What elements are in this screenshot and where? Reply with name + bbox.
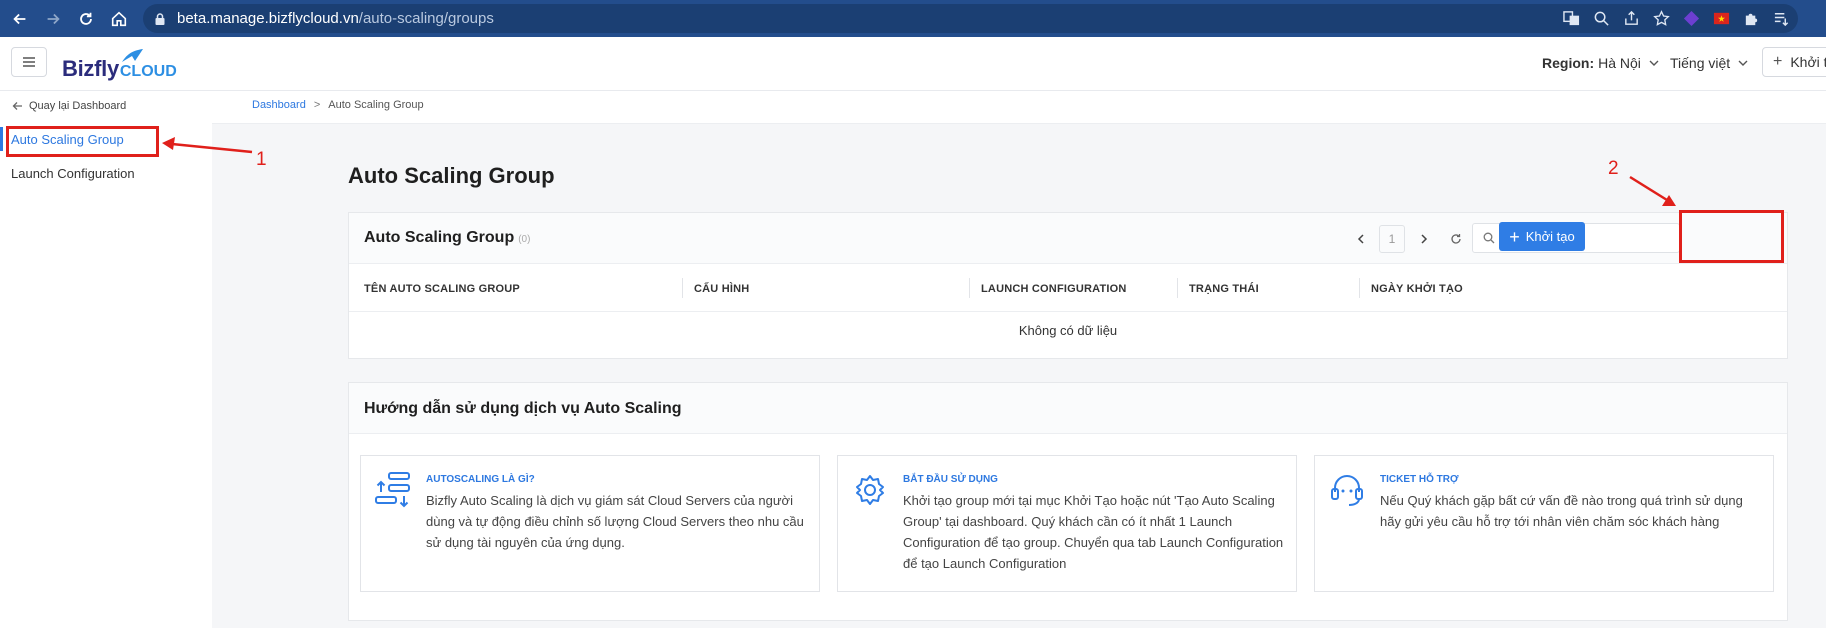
lock-icon: [155, 12, 165, 25]
guide-card: Hướng dẫn sử dụng dịch vụ Auto Scaling A…: [348, 382, 1788, 621]
breadcrumb: Dashboard > Auto Scaling Group: [252, 99, 424, 111]
annotation-box-2: [1679, 210, 1784, 263]
plus-icon: +: [1773, 53, 1783, 70]
header-create-button[interactable]: + Khởi tạ: [1762, 47, 1826, 77]
puzzle-icon[interactable]: [1742, 10, 1760, 28]
hamburger-icon: [23, 57, 35, 67]
app-header: Bizfly CLOUD Region: Hà Nội Tiếng việt + K…: [0, 37, 1826, 91]
guide-item-text: Nếu Quý khách gặp bất cứ vấn đề nào tron…: [1380, 493, 1743, 529]
address-bar[interactable]: beta.manage.bizflycloud.vn/auto-scaling/…: [143, 4, 1798, 33]
sidebar: Quay lại Dashboard Auto Scaling Group La…: [0, 91, 212, 628]
sidebar-item-launch-configuration[interactable]: Launch Configuration: [11, 166, 135, 181]
zoom-icon[interactable]: [1592, 10, 1610, 28]
vn-flag-icon[interactable]: [1712, 10, 1730, 28]
page: beta.manage.bizflycloud.vn/auto-scaling/…: [0, 0, 1826, 628]
guide-item-title: TICKET HỖ TRỢ: [1380, 474, 1459, 485]
column-divider: [1359, 278, 1360, 298]
breadcrumb-separator: >: [313, 99, 321, 111]
gear-icon: [856, 475, 884, 505]
page-number[interactable]: 1: [1379, 225, 1405, 253]
column-header-created-date[interactable]: NGÀY KHỞI TẠO: [1371, 283, 1463, 295]
main-content: Dashboard > Auto Scaling Group Auto Scal…: [212, 91, 1826, 628]
home-icon[interactable]: [106, 6, 132, 32]
pagination: 1: [1349, 224, 1467, 254]
reading-list-icon[interactable]: [1772, 10, 1790, 28]
reload-icon[interactable]: [73, 6, 99, 32]
next-page-button[interactable]: [1413, 228, 1435, 250]
breadcrumb-dashboard-link[interactable]: Dashboard: [252, 99, 306, 111]
column-divider: [969, 278, 970, 298]
chevron-down-icon: [1649, 60, 1659, 66]
logo-swoosh-icon: [122, 49, 143, 62]
guide-item-text: Bizfly Auto Scaling là dịch vụ giám sát …: [426, 493, 804, 550]
forward-arrow-icon[interactable]: [40, 6, 66, 32]
groups-table-card: Auto Scaling Group (0) 1 Tìm kiếm + Khởi…: [348, 212, 1788, 359]
page-title: Auto Scaling Group: [348, 163, 555, 188]
chevron-left-icon: [1357, 234, 1364, 244]
annotation-box-1: [6, 126, 159, 157]
menu-toggle-button[interactable]: [11, 47, 47, 77]
group-count: (0): [518, 234, 531, 245]
language-selector[interactable]: Tiếng việt: [1670, 55, 1748, 71]
bizfly-logo[interactable]: Bizfly CLOUD: [62, 48, 177, 82]
guide-item-title: AUTOSCALING LÀ GÌ?: [426, 474, 535, 485]
card-header: Auto Scaling Group (0) 1 Tìm kiếm + Khởi…: [349, 213, 1787, 264]
column-header-name[interactable]: TÊN AUTO SCALING GROUP: [364, 283, 520, 295]
create-group-button[interactable]: + Khởi tạo: [1499, 222, 1585, 251]
autoscaling-icon: [375, 472, 410, 508]
arrow-left-icon: [12, 102, 22, 110]
chevron-down-icon: [1738, 60, 1748, 66]
back-arrow-icon[interactable]: [7, 6, 33, 32]
browser-toolbar: beta.manage.bizflycloud.vn/auto-scaling/…: [0, 0, 1826, 37]
refresh-button[interactable]: [1445, 228, 1467, 250]
star-icon[interactable]: [1652, 10, 1670, 28]
back-to-dashboard-link[interactable]: Quay lại Dashboard: [12, 100, 126, 112]
annotation-label-2: 2: [1608, 158, 1619, 179]
annotation-label-1: 1: [256, 149, 267, 170]
url-text: beta.manage.bizflycloud.vn/auto-scaling/…: [177, 10, 494, 27]
extension-diamond-icon[interactable]: [1682, 10, 1700, 28]
empty-state-text: Không có dữ liệu: [1018, 323, 1118, 338]
guide-item-getting-started: BẮT ĐẦU SỬ DỤNG Khởi tạo group mới tại m…: [837, 455, 1297, 592]
guide-header: Hướng dẫn sử dụng dịch vụ Auto Scaling: [349, 383, 1787, 434]
guide-item-title: BẮT ĐẦU SỬ DỤNG: [903, 474, 998, 485]
breadcrumb-bar: Dashboard > Auto Scaling Group: [212, 91, 1826, 124]
prev-page-button[interactable]: [1349, 228, 1371, 250]
column-divider: [682, 278, 683, 298]
share-icon[interactable]: [1622, 10, 1640, 28]
plus-icon: +: [1509, 226, 1520, 247]
breadcrumb-current: Auto Scaling Group: [328, 99, 424, 111]
translate-icon[interactable]: [1562, 10, 1580, 28]
chevron-right-icon: [1420, 234, 1427, 244]
guide-title: Hướng dẫn sử dụng dịch vụ Auto Scaling: [364, 400, 682, 417]
region-selector[interactable]: Region: Hà Nội: [1542, 55, 1659, 71]
guide-item-what-is: AUTOSCALING LÀ GÌ? Bizfly Auto Scaling l…: [360, 455, 820, 592]
headset-icon: [1331, 475, 1363, 506]
column-divider: [1177, 278, 1178, 298]
active-indicator: [0, 127, 3, 151]
column-header-status[interactable]: TRẠNG THÁI: [1189, 283, 1259, 295]
column-header-launch-config[interactable]: LAUNCH CONFIGURATION: [981, 283, 1127, 295]
search-icon: [1483, 232, 1495, 244]
refresh-icon: [1451, 234, 1461, 244]
guide-item-text: Khởi tạo group mới tại mục Khởi Tạo hoặc…: [903, 493, 1284, 571]
column-header-config[interactable]: CẤU HÌNH: [694, 283, 749, 295]
table-header: TÊN AUTO SCALING GROUP CẤU HÌNH LAUNCH C…: [349, 265, 1787, 312]
guide-item-support: TICKET HỖ TRỢ Nếu Quý khách gặp bất cứ v…: [1314, 455, 1774, 592]
card-title: Auto Scaling Group (0): [364, 229, 531, 246]
